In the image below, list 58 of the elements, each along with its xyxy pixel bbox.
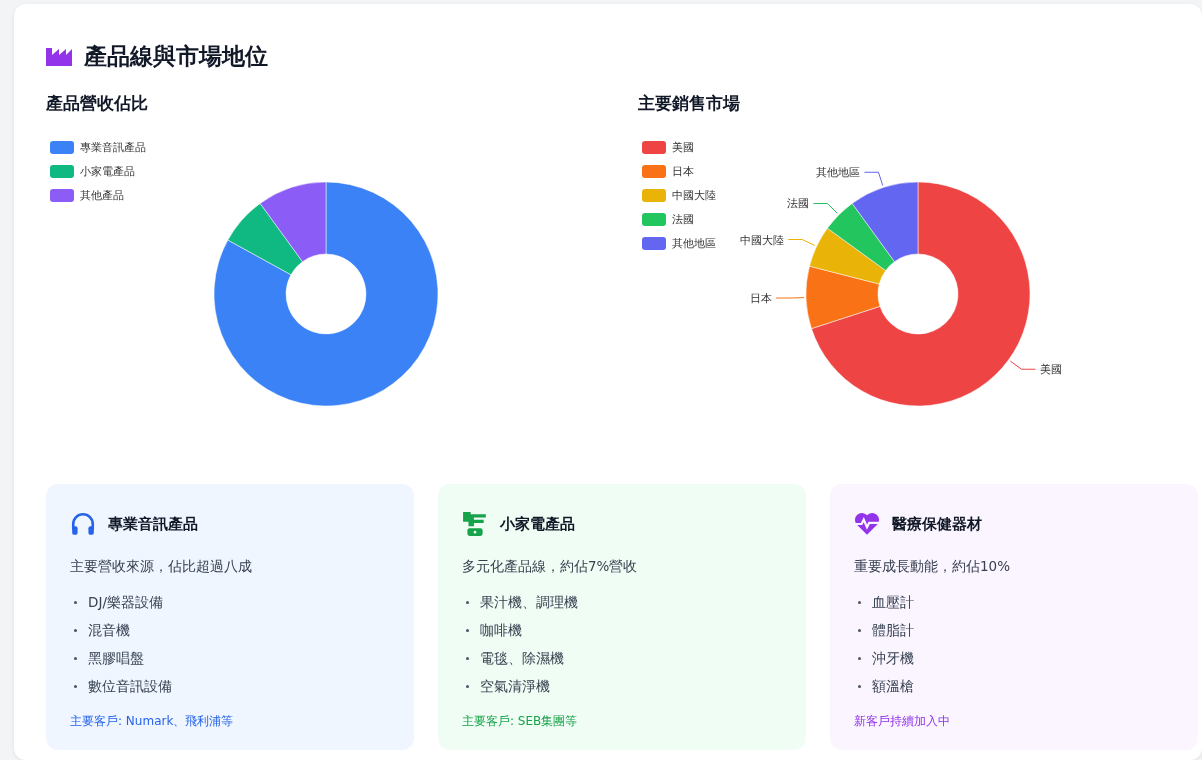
legend-label: 其他產品 (80, 187, 124, 203)
bullet-dot (74, 601, 77, 604)
card-description: 主要營收來源，佔比超過八成 (70, 558, 253, 576)
card-title: 專業音訊產品 (108, 514, 198, 534)
card-footnote: 主要客戶: Numark、飛利浦等 (70, 713, 235, 730)
legend-label: 美國 (672, 139, 694, 155)
card-title: 小家電產品 (500, 514, 575, 534)
list-item: DJ/樂器設備 (88, 593, 163, 612)
chart-title: 產品營收佔比 (46, 92, 149, 115)
legend-label: 日本 (672, 163, 694, 179)
card-description: 多元化產品線，約佔7%營收 (462, 558, 639, 576)
list-item: 黑膠唱盤 (88, 649, 144, 668)
list-item: 沖牙機 (872, 649, 914, 668)
chart-title: 主要銷售市場 (638, 92, 741, 115)
slice-label: 其他地區 (816, 166, 861, 180)
legend-label: 小家電產品 (80, 163, 135, 179)
section-title: 產品線與市場地位 (84, 41, 268, 71)
list-item: 果汁機、調理機 (480, 593, 578, 612)
slice-label: 中國大陸 (740, 233, 785, 247)
legend-label: 法國 (672, 211, 694, 227)
leader-line (863, 171, 884, 187)
bullet-dot (74, 629, 77, 632)
heart-pulse-icon (854, 511, 880, 537)
bullet-dot (858, 629, 861, 632)
bullet-dot (466, 685, 469, 688)
list-item: 混音機 (88, 621, 130, 640)
bullet-dot (74, 685, 77, 688)
slice-label: 美國 (1039, 363, 1062, 377)
leader-line (813, 203, 838, 214)
legend-label: 專業音訊產品 (80, 139, 146, 155)
bullet-dot (466, 657, 469, 660)
card-title: 醫療保健器材 (892, 514, 982, 534)
headphones-icon (70, 511, 96, 537)
list-item: 數位音訊設備 (88, 677, 172, 696)
leader-line (775, 297, 805, 299)
list-item: 體脂計 (872, 621, 914, 640)
card-footnote: 新客戶持續加入中 (854, 713, 951, 730)
bullet-dot (858, 601, 861, 604)
card-description: 重要成長動能，約佔10% (854, 558, 1011, 576)
slice-label: 法國 (787, 197, 810, 211)
bullet-dot (466, 601, 469, 604)
leader-line (787, 239, 816, 246)
bullet-dot (74, 657, 77, 660)
legend-label: 其他地區 (672, 235, 716, 251)
factory-icon (46, 46, 72, 66)
bullet-dot (858, 685, 861, 688)
bullet-dot (858, 657, 861, 660)
list-item: 咖啡機 (480, 621, 522, 640)
list-item: 空氣清淨機 (480, 677, 550, 696)
appliance-icon (462, 511, 488, 537)
list-item: 額溫槍 (872, 677, 914, 696)
leader-line (1009, 360, 1037, 370)
slice-label: 日本 (750, 292, 773, 305)
list-item: 血壓計 (872, 593, 914, 612)
list-item: 電毯、除濕機 (480, 649, 564, 668)
bullet-dot (466, 629, 469, 632)
legend-label: 中國大陸 (672, 187, 716, 203)
card-footnote: 主要客戶: SEB集團等 (462, 713, 579, 730)
